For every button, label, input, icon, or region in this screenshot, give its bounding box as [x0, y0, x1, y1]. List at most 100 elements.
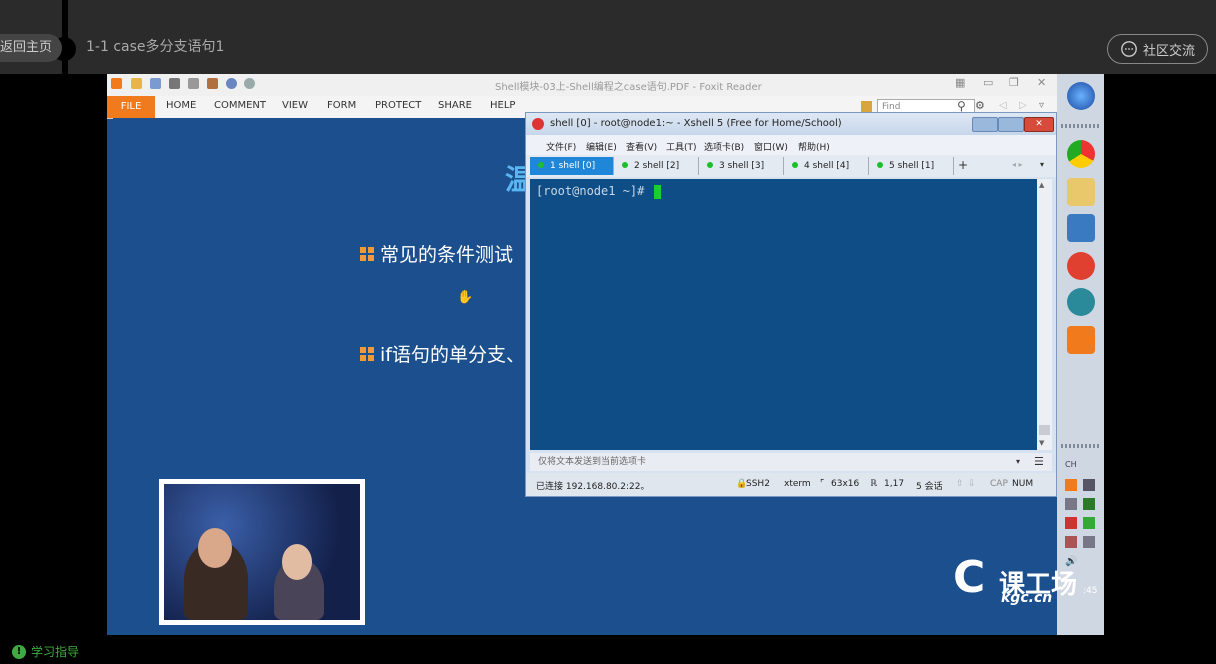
menu-tabs[interactable]: 选项卡(B): [704, 140, 744, 153]
tray-icon[interactable]: [1065, 517, 1077, 529]
community-button[interactable]: 社区交流: [1107, 34, 1208, 64]
ribbon-tab-help[interactable]: HELP: [490, 100, 515, 111]
status-size: 63x16: [831, 479, 860, 489]
back-home-button[interactable]: 返回主页: [0, 34, 63, 62]
maximize-icon[interactable]: [998, 117, 1024, 132]
tray-icon[interactable]: [1065, 536, 1077, 548]
folder-icon[interactable]: [1067, 178, 1095, 206]
next-icon[interactable]: ▷: [1019, 100, 1027, 111]
chevron-down-icon[interactable]: ▿: [1039, 100, 1044, 111]
browser-icon[interactable]: [1067, 252, 1095, 280]
tray-icon[interactable]: [1083, 498, 1095, 510]
taskbar-grip: [1061, 444, 1099, 448]
tray-icon[interactable]: [1065, 498, 1077, 510]
menu-file[interactable]: 文件(F): [546, 140, 576, 153]
foxit-task-icon[interactable]: [1067, 326, 1095, 354]
study-guide-link[interactable]: ! 学习指导: [12, 643, 79, 660]
menu-icon[interactable]: ☰: [1034, 453, 1044, 471]
undo-icon[interactable]: [226, 78, 237, 89]
menu-edit[interactable]: 编辑(E): [586, 140, 617, 153]
ribbon-tab-form[interactable]: FORM: [327, 100, 356, 111]
scroll-down-icon[interactable]: ▼: [1039, 439, 1044, 447]
community-label: 社区交流: [1142, 43, 1195, 59]
chevron-down-icon[interactable]: ▾: [1016, 453, 1020, 471]
slide-bullet: if语句的单分支、: [360, 340, 525, 367]
connected-dot-icon: [877, 162, 883, 168]
lesson-title: 1-1 case多分支语句1: [86, 39, 225, 55]
close-icon[interactable]: ✕: [1024, 117, 1054, 132]
minimize-icon[interactable]: [972, 117, 998, 132]
restore-icon[interactable]: ❐: [1009, 76, 1019, 89]
tab-label: shell [4]: [812, 161, 850, 171]
scroll-thumb[interactable]: [1039, 425, 1050, 435]
search-icon[interactable]: ⚲: [957, 99, 966, 113]
connected-dot-icon: [707, 162, 713, 168]
ribbon-tab-file[interactable]: FILE: [107, 96, 155, 118]
tab-shell-0[interactable]: 1 shell [0]: [530, 157, 614, 175]
tab-shell-1[interactable]: 5 shell [1]: [869, 157, 954, 175]
print-icon[interactable]: [169, 78, 180, 89]
menu-window[interactable]: 窗口(W): [754, 140, 788, 153]
terminal[interactable]: [root@node1 ~]#: [530, 179, 1037, 450]
ribbon-toggle-icon[interactable]: ▦: [955, 76, 965, 89]
signal-icon[interactable]: [1083, 536, 1095, 548]
save-icon[interactable]: [150, 78, 161, 89]
scroll-up-icon[interactable]: ▲: [1039, 181, 1044, 189]
clipboard-icon[interactable]: [207, 78, 218, 89]
top-bar: 返回主页 1-1 case多分支语句1 社区交流: [0, 0, 1216, 74]
minimize-icon[interactable]: ▭: [983, 76, 993, 89]
terminal-prompt: [root@node1 ~]#: [536, 184, 661, 199]
tray-icon[interactable]: [1083, 479, 1095, 491]
scan-icon[interactable]: [188, 78, 199, 89]
tab-shell-2[interactable]: 2 shell [2]: [614, 157, 699, 175]
bullet-text: 常见的条件测试: [380, 244, 514, 266]
ribbon-tab-view[interactable]: VIEW: [282, 100, 308, 111]
tab-scroll-icon[interactable]: ◂ ▸: [1012, 160, 1023, 169]
redo-icon[interactable]: [244, 78, 255, 89]
prompt-text: [root@node1 ~]#: [536, 184, 652, 198]
tray-icon[interactable]: [1065, 479, 1077, 491]
status-cap: CAP: [990, 479, 1008, 489]
presenter-face: [282, 544, 312, 580]
xshell-status-bar: 已连接 192.168.80.2:22。 🔒 SSH2 xterm ⌜ 63x1…: [526, 473, 1056, 496]
terminal-scrollbar[interactable]: ▲ ▼: [1037, 179, 1052, 450]
add-tab-icon[interactable]: +: [958, 158, 968, 172]
ime-indicator[interactable]: CH: [1065, 460, 1077, 469]
settings-icon[interactable]: ⚙: [975, 99, 985, 112]
ribbon-tab-share[interactable]: SHARE: [438, 100, 472, 111]
chrome-icon[interactable]: [1067, 140, 1095, 168]
study-guide-label: 学习指导: [31, 645, 80, 659]
ribbon-tab-protect[interactable]: PROTECT: [375, 100, 421, 111]
chevron-down-icon[interactable]: ▾: [1040, 160, 1044, 169]
tab-number: 1: [550, 161, 556, 171]
ribbon-tab-home[interactable]: HOME: [166, 100, 196, 111]
tab-shell-3[interactable]: 3 shell [3]: [699, 157, 784, 175]
status-cursor: 1,17: [884, 479, 905, 489]
xshell-tab-bar: 1 shell [0] 2 shell [2] 3 shell [3] 4 sh…: [526, 155, 1056, 177]
arrow-up-icon[interactable]: ⇧: [956, 479, 964, 489]
network-icon[interactable]: [1067, 288, 1095, 316]
start-icon[interactable]: [1067, 82, 1095, 110]
clock[interactable]: :45: [1083, 586, 1097, 596]
status-sessions: 5 会话: [916, 482, 943, 492]
open-icon[interactable]: [131, 78, 142, 89]
tab-shell-4[interactable]: 4 shell [4]: [784, 157, 869, 175]
ribbon-tab-comment[interactable]: COMMENT: [214, 100, 266, 111]
send-text-bar[interactable]: 仅将文本发送到当前选项卡 ▾ ☰: [530, 453, 1052, 471]
menu-help[interactable]: 帮助(H): [798, 140, 830, 153]
close-icon[interactable]: ✕: [1037, 76, 1046, 89]
arrow-down-icon[interactable]: ⇩: [968, 479, 976, 489]
video-player[interactable]: Shell模块-03上-Shell编程之case语句.PDF - Foxit R…: [107, 74, 1104, 635]
size-icon: ⌜: [820, 479, 825, 489]
tab-label: shell [0]: [558, 161, 596, 171]
watermark-en: kgc.cn: [1001, 590, 1053, 606]
connected-dot-icon: [538, 162, 544, 168]
xshell-title-bar: shell [0] - root@node1:~ - Xshell 5 (Fre…: [526, 113, 1056, 135]
chat-bubble-icon: [1121, 41, 1137, 57]
menu-view[interactable]: 查看(V): [626, 140, 657, 153]
find-options-icon[interactable]: [861, 101, 872, 112]
tray-icon[interactable]: [1083, 517, 1095, 529]
menu-tools[interactable]: 工具(T): [666, 140, 697, 153]
prev-icon[interactable]: ◁: [999, 100, 1007, 111]
app-icon[interactable]: [1067, 214, 1095, 242]
